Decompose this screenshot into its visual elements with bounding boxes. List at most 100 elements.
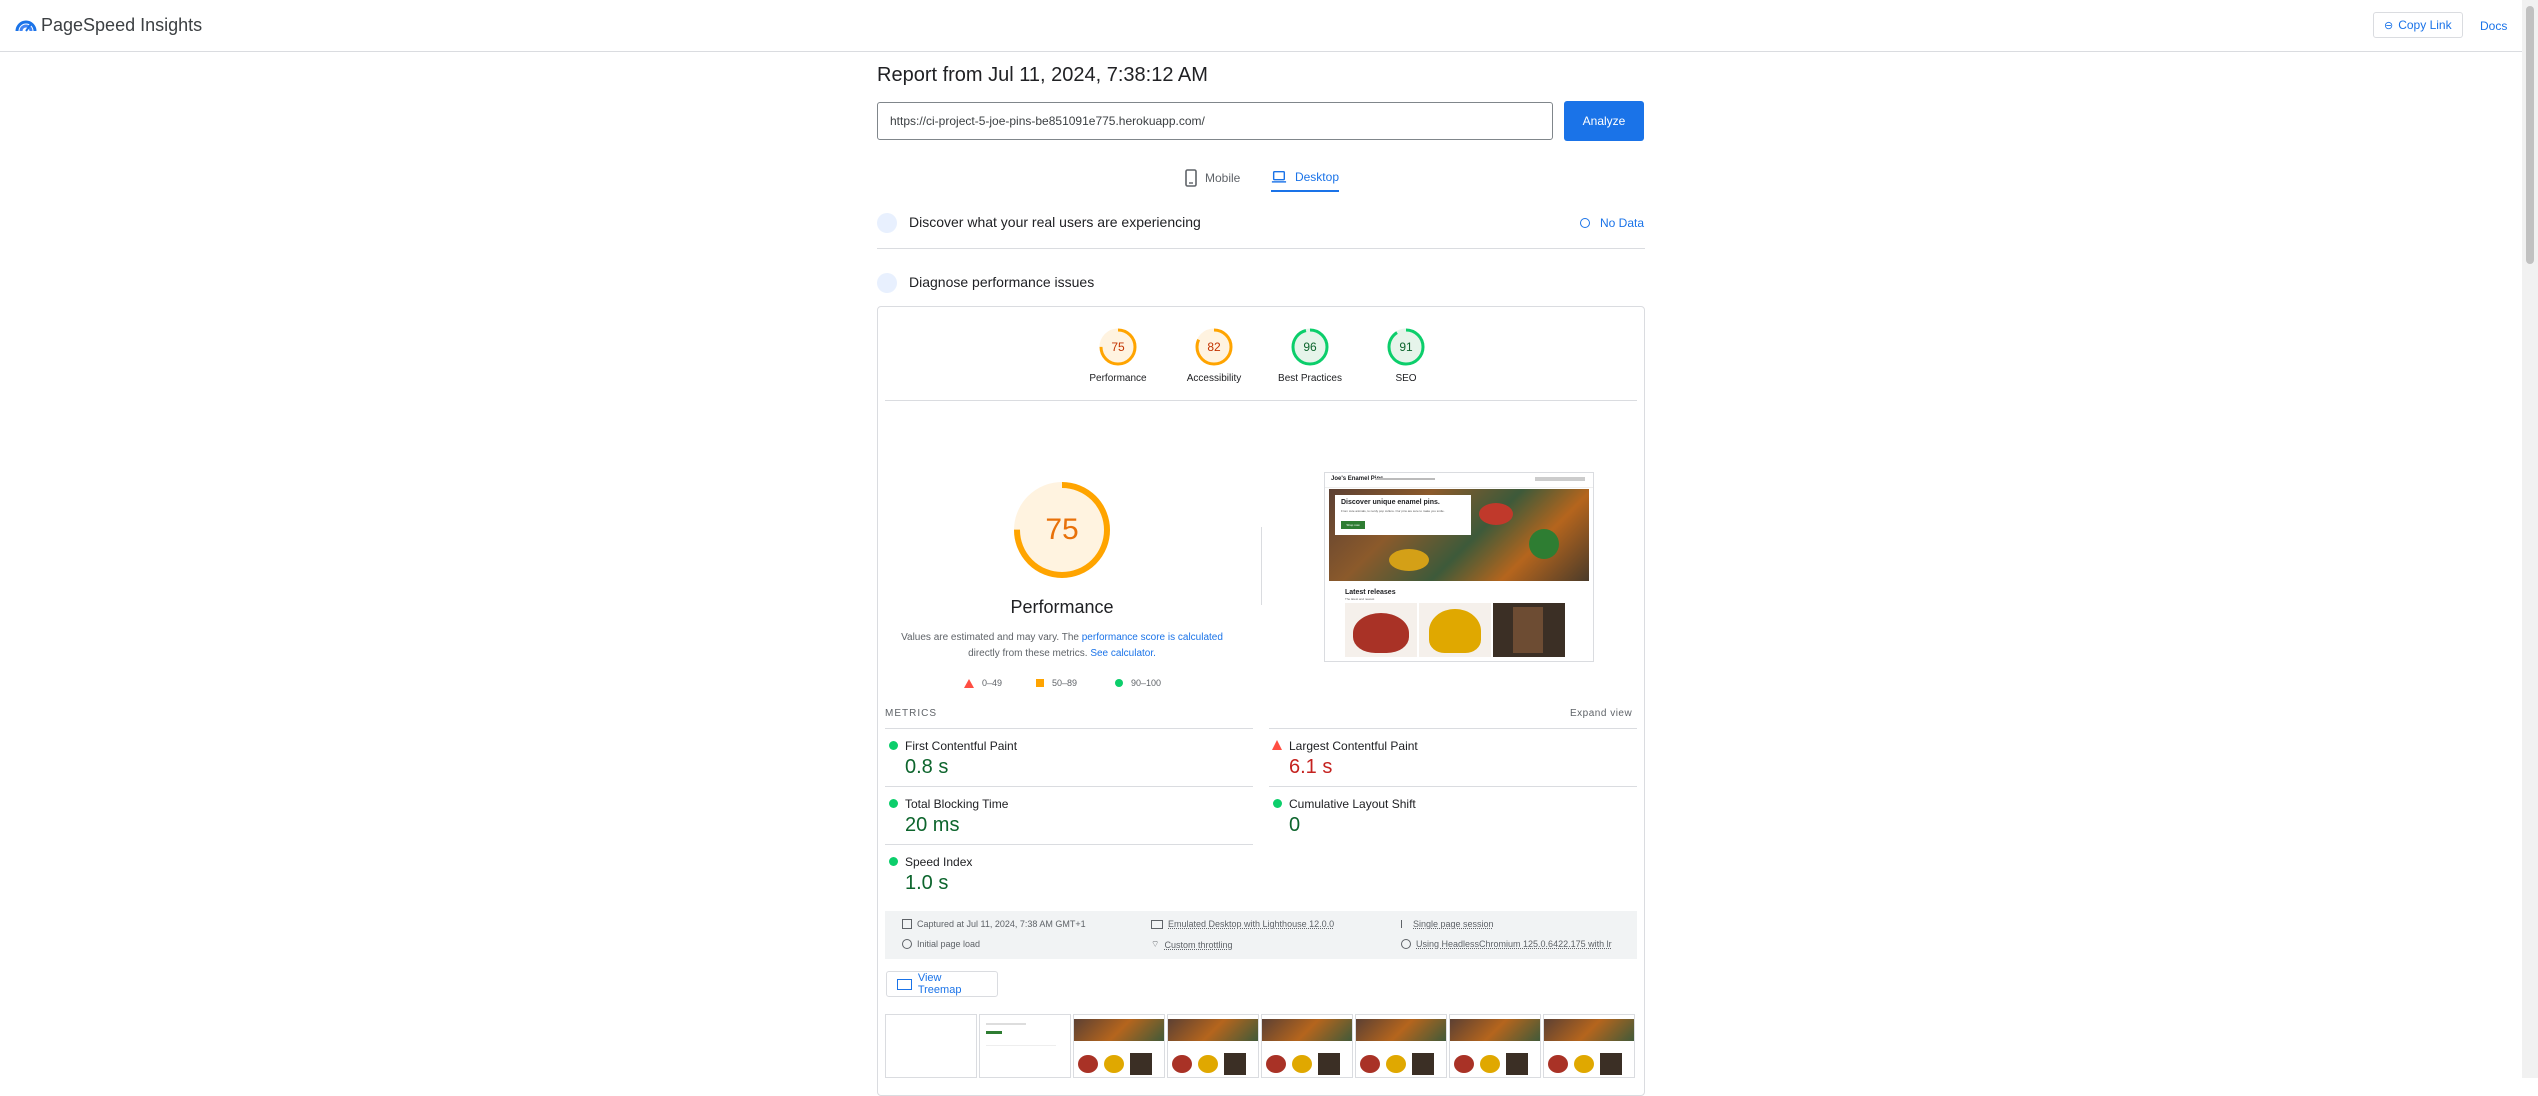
screenshot-bowl <box>1529 529 1559 559</box>
divider <box>885 400 1637 401</box>
metric-name: Total Blocking Time <box>905 797 1009 811</box>
score-gauge-performance[interactable]: 75 Performance <box>1078 327 1158 384</box>
legend-fail: 0–49 <box>964 678 1002 688</box>
throttling-text: Custom throttling <box>1164 939 1233 950</box>
metric-name: Speed Index <box>905 855 973 869</box>
screenshot-nav-links <box>1375 478 1435 480</box>
tab-mobile-label: Mobile <box>1205 171 1241 185</box>
legend-fail-label: 0–49 <box>982 678 1003 688</box>
screenshot-latest-sub: The latest and newest <box>1345 597 1375 601</box>
metric-divider <box>1269 728 1637 729</box>
screenshot-hero-button: Shop now <box>1341 521 1365 529</box>
browser-info[interactable]: Using HeadlessChromium 125.0.6422.175 wi… <box>1401 939 1612 949</box>
fail-triangle-icon <box>964 678 974 688</box>
pass-circle-icon <box>1115 679 1123 687</box>
score-gauge-seo[interactable]: 91 SEO <box>1366 327 1446 384</box>
diagnose-icon <box>877 273 897 293</box>
metric-value: 1.0 s <box>905 872 949 894</box>
scrollbar-thumb[interactable] <box>2526 6 2534 264</box>
screenshot-product-3 <box>1493 603 1565 657</box>
pass-circle-icon <box>889 857 898 866</box>
info-icon <box>1580 218 1590 228</box>
metric-first-contentful-paint[interactable]: First Contentful Paint 0.8 s <box>885 728 1253 786</box>
score-label: Best Practices <box>1278 373 1342 384</box>
score-value: 91 <box>1399 340 1413 354</box>
screenshot-nav-icons <box>1535 477 1585 481</box>
load-info: Initial page load <box>902 939 980 949</box>
top-bar: PageSpeed Insights ⊖ Copy Link Docs <box>0 0 2522 52</box>
screenshot-hero-sub: From cute animals, to nerdy pop culture.… <box>1341 509 1445 513</box>
chromium-icon <box>1401 939 1411 949</box>
see-calculator-link[interactable]: See calculator. <box>1090 648 1156 659</box>
screenshot-latest-title: Latest releases <box>1345 589 1396 596</box>
fail-triangle-icon <box>1272 740 1282 750</box>
phone-icon <box>1185 169 1197 187</box>
captured-text: Captured at Jul 11, 2024, 7:38 AM GMT+1 <box>917 919 1086 929</box>
filmstrip-frame <box>979 1014 1071 1078</box>
score-value: 82 <box>1207 340 1221 354</box>
metric-cumulative-layout-shift[interactable]: Cumulative Layout Shift 0 <box>1269 786 1637 844</box>
pass-circle-icon <box>889 741 898 750</box>
brand-name[interactable]: PageSpeed Insights <box>41 15 202 36</box>
url-input[interactable] <box>877 102 1553 140</box>
screenshot-hero-card: Discover unique enamel pins. From cute a… <box>1335 495 1471 535</box>
screenshot-hero-title: Discover unique enamel pins. <box>1341 499 1440 506</box>
lab-data-title: Diagnose performance issues <box>909 274 1095 290</box>
metrics-heading: METRICS <box>885 708 937 719</box>
view-treemap-button[interactable]: View Treemap <box>886 971 998 997</box>
no-data-status[interactable]: No Data <box>1580 216 1644 230</box>
performance-note: Values are estimated and may vary. The p… <box>895 630 1229 662</box>
metric-value: 20 ms <box>905 814 960 836</box>
pass-circle-icon <box>1273 799 1282 808</box>
score-label: SEO <box>1395 373 1417 384</box>
page-screenshot: Joe's Enamel Pins Discover unique enamel… <box>1324 472 1594 662</box>
filmstrip-frame <box>1355 1014 1447 1078</box>
metric-divider <box>885 844 1253 845</box>
filmstrip-frame <box>885 1014 977 1078</box>
users-icon <box>877 213 897 233</box>
throttling-info[interactable]: ⌔ Custom throttling <box>1151 939 1233 950</box>
score-value: 96 <box>1303 340 1317 354</box>
filmstrip-frame <box>1167 1014 1259 1078</box>
emulated-info[interactable]: Emulated Desktop with Lighthouse 12.0.0 <box>1151 919 1334 929</box>
analyze-button[interactable]: Analyze <box>1564 101 1644 141</box>
docs-link[interactable]: Docs <box>2480 19 2507 33</box>
copy-link-button[interactable]: ⊖ Copy Link <box>2373 12 2463 38</box>
load-text: Initial page load <box>917 939 981 949</box>
wifi-icon: ⌔ <box>1151 939 1160 949</box>
pagespeed-logo-icon <box>15 20 37 32</box>
gauge-ring: 75 <box>1098 327 1138 367</box>
score-gauge-accessibility[interactable]: 82 Accessibility <box>1174 327 1254 384</box>
pass-circle-icon <box>889 799 898 808</box>
metric-value: 6.1 s <box>1289 756 1333 778</box>
score-label: Performance <box>1089 373 1147 384</box>
metric-speed-index[interactable]: Speed Index 1.0 s <box>885 844 1253 902</box>
copy-link-label: Copy Link <box>2398 18 2452 32</box>
device-icon <box>1151 919 1163 929</box>
metric-largest-contentful-paint[interactable]: Largest Contentful Paint 6.1 s <box>1269 728 1637 786</box>
timer-icon <box>902 939 912 949</box>
tab-desktop[interactable]: Desktop <box>1271 164 1339 192</box>
metric-name: Largest Contentful Paint <box>1289 739 1418 753</box>
metric-total-blocking-time[interactable]: Total Blocking Time 20 ms <box>885 786 1253 844</box>
performance-score: 75 <box>1045 513 1079 546</box>
session-text: Single page session <box>1413 919 1494 929</box>
link-icon: ⊖ <box>2384 19 2394 32</box>
treemap-label: View Treemap <box>917 972 962 996</box>
gauge-ring: 82 <box>1194 327 1234 367</box>
screenshot-product-1 <box>1345 603 1417 657</box>
session-info[interactable]: Single page session <box>1401 919 1494 929</box>
score-value: 75 <box>1111 340 1125 354</box>
score-gauge-best-practices[interactable]: 96 Best Practices <box>1270 327 1350 384</box>
legend-pass-label: 90–100 <box>1131 678 1162 688</box>
metric-name: First Contentful Paint <box>905 739 1018 753</box>
score-calculated-link[interactable]: performance score is calculated <box>1082 632 1223 643</box>
expand-view-toggle[interactable]: Expand view <box>1570 708 1632 719</box>
performance-title: Performance <box>1010 597 1114 617</box>
metric-name: Cumulative Layout Shift <box>1289 797 1416 811</box>
tab-mobile[interactable]: Mobile <box>1185 164 1240 192</box>
field-data-title: Discover what your real users are experi… <box>909 214 1201 230</box>
gauge-ring: 91 <box>1386 327 1426 367</box>
tab-desktop-label: Desktop <box>1294 170 1339 184</box>
emulated-text: Emulated Desktop with Lighthouse 12.0.0 <box>1168 919 1335 929</box>
